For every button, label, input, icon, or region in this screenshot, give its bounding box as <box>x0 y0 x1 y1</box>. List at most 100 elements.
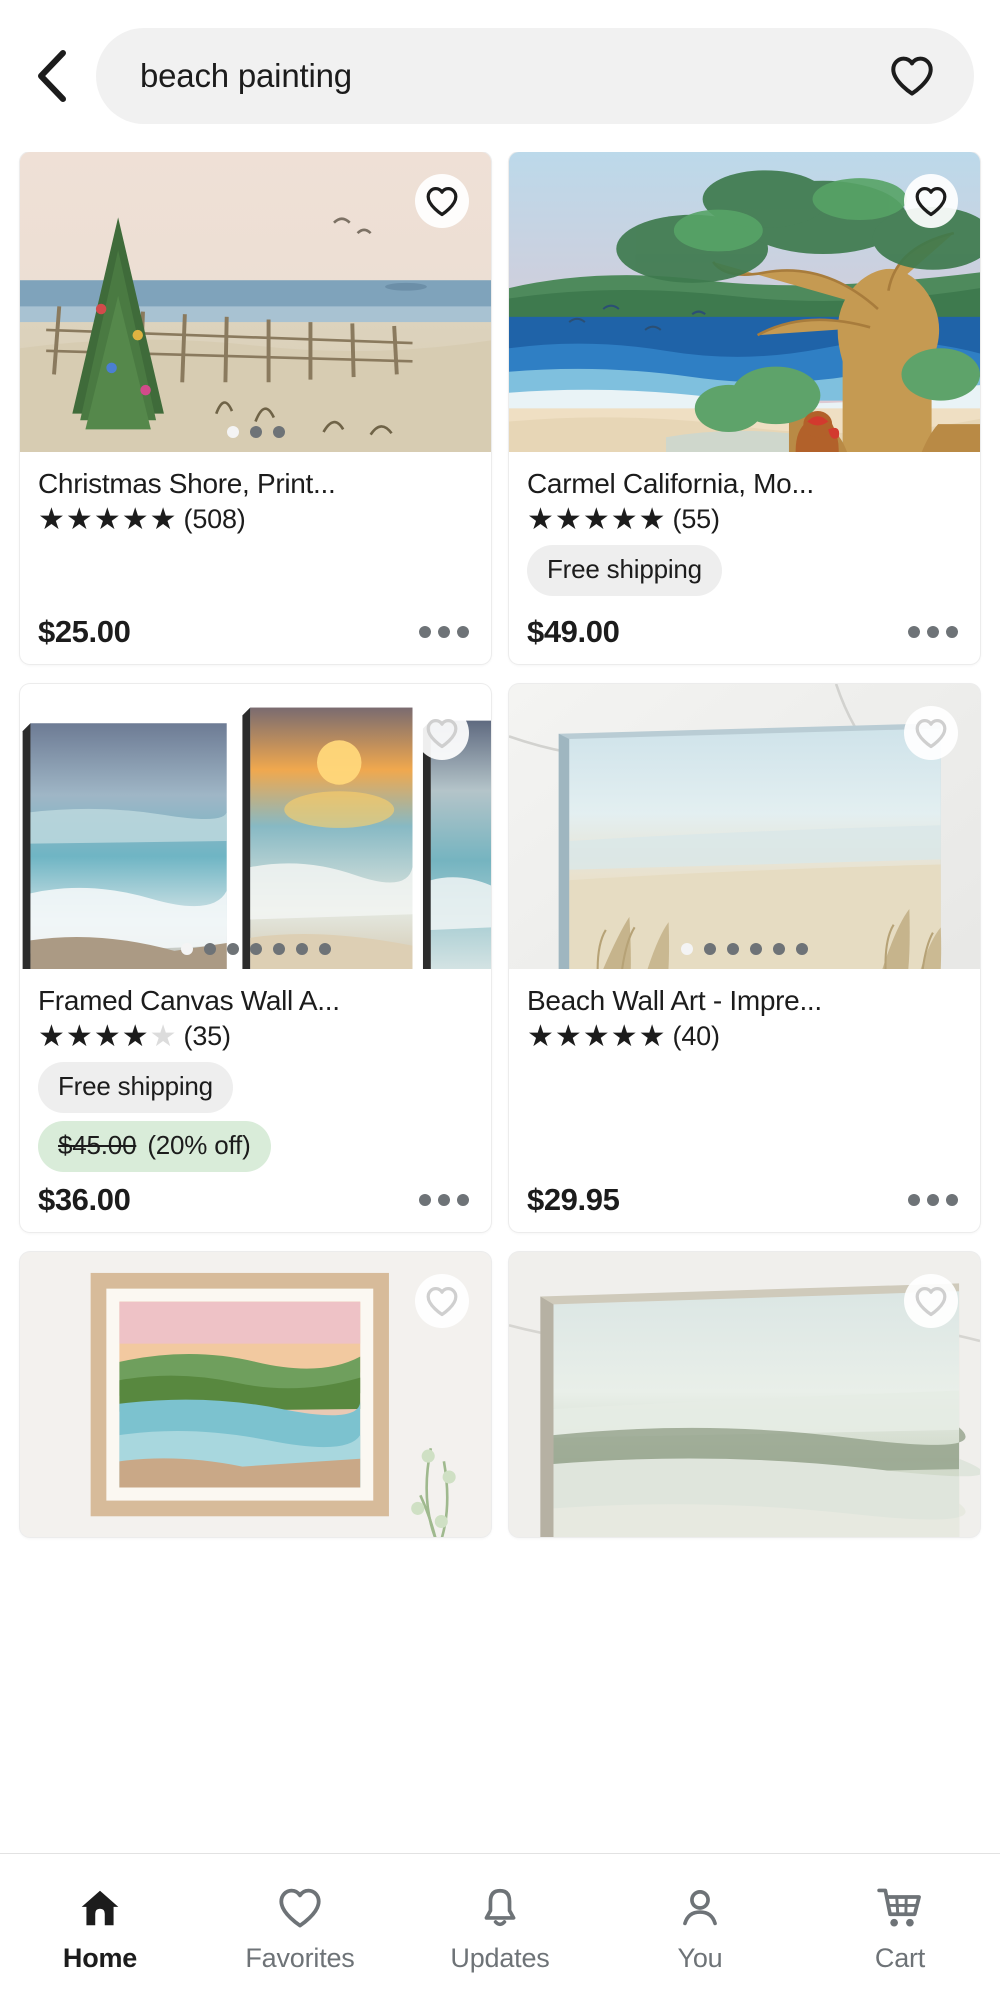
star-icon: ★ <box>638 1019 666 1053</box>
product-grid: Christmas Shore, Print... ★ ★ ★ ★ ★ (508… <box>20 152 980 1538</box>
star-icon: ★ <box>638 502 666 536</box>
product-title[interactable]: Beach Wall Art - Impre... <box>527 985 962 1017</box>
product-title[interactable]: Christmas Shore, Print... <box>38 468 473 500</box>
carousel-dot[interactable] <box>727 943 739 956</box>
product-favorite-button[interactable] <box>904 174 958 228</box>
star-icon: ★ <box>38 502 65 536</box>
carousel-dot[interactable] <box>796 943 808 956</box>
bottom-navigation: Home Favorites Updates You Cart <box>0 1853 1000 2005</box>
carousel-dot[interactable] <box>272 943 285 956</box>
review-count: (508) <box>183 504 246 535</box>
star-icon: ★ <box>38 1019 65 1053</box>
carousel-dot[interactable] <box>180 943 193 956</box>
carousel-dot[interactable] <box>272 426 285 438</box>
carousel-dot[interactable] <box>226 426 239 438</box>
product-image[interactable] <box>20 152 491 452</box>
product-card[interactable]: Carmel California, Mo... ★ ★ ★ ★ ★ (55) … <box>509 152 980 665</box>
sale-badge: $45.00 (20% off) <box>38 1121 271 1173</box>
product-card[interactable]: Christmas Shore, Print... ★ ★ ★ ★ ★ (508… <box>20 152 491 665</box>
carousel-dot[interactable] <box>295 943 308 956</box>
more-options-icon <box>927 626 939 639</box>
back-button[interactable] <box>22 46 82 106</box>
chevron-left-icon <box>38 50 66 102</box>
product-info: Carmel California, Mo... ★ ★ ★ ★ ★ (55) … <box>509 452 980 664</box>
nav-label-favorites: Favorites <box>245 1943 355 1973</box>
more-options-icon <box>908 626 920 639</box>
star-icon: ★ <box>554 502 582 536</box>
carousel-dot[interactable] <box>773 943 785 956</box>
search-field[interactable]: beach painting <box>96 28 974 124</box>
star-icon: ★ <box>93 502 121 536</box>
product-info: Christmas Shore, Print... ★ ★ ★ ★ ★ (508… <box>20 452 491 664</box>
carousel-dot[interactable] <box>681 943 693 956</box>
product-price-row: $29.95 <box>527 1182 962 1218</box>
product-title[interactable]: Framed Canvas Wall A... <box>38 985 473 1017</box>
product-favorite-button[interactable] <box>904 706 958 761</box>
carousel-dot[interactable] <box>750 943 762 956</box>
star-rating: ★ ★ ★ ★ ★ <box>527 502 666 536</box>
product-card[interactable]: Framed Canvas Wall A... ★ ★ ★ ★ ★ (35) F… <box>20 684 491 1233</box>
carousel-dot[interactable] <box>203 943 216 956</box>
product-rating: ★ ★ ★ ★ ★ (55) <box>527 504 962 535</box>
product-price-row: $36.00 <box>38 1182 473 1218</box>
heart-outline-icon <box>426 186 458 216</box>
more-options-button[interactable] <box>415 620 473 644</box>
shopping-cart-icon <box>876 1885 924 1931</box>
star-rating: ★ ★ ★ ★ ★ <box>527 1019 666 1053</box>
product-card[interactable] <box>20 1252 491 1538</box>
carousel-dot[interactable] <box>226 943 239 956</box>
product-info: Framed Canvas Wall A... ★ ★ ★ ★ ★ (35) F… <box>20 969 491 1232</box>
nav-item-home[interactable]: Home <box>0 1885 200 1974</box>
image-carousel-dots <box>509 943 980 956</box>
heart-outline-icon <box>915 186 947 216</box>
product-favorite-button[interactable] <box>415 1274 469 1329</box>
nav-item-you[interactable]: You <box>600 1885 800 1974</box>
more-options-icon <box>438 1194 450 1207</box>
nav-item-cart[interactable]: Cart <box>800 1885 1000 1974</box>
star-icon: ★ <box>149 502 177 536</box>
more-options-icon <box>457 1194 469 1207</box>
product-favorite-button[interactable] <box>415 174 469 228</box>
heart-outline-icon <box>915 718 947 748</box>
more-options-button[interactable] <box>904 620 962 644</box>
original-price: $45.00 <box>58 1130 137 1161</box>
free-shipping-badge: Free shipping <box>527 545 722 597</box>
nav-item-favorites[interactable]: Favorites <box>200 1885 400 1974</box>
star-icon: ★ <box>582 1019 610 1053</box>
product-image[interactable] <box>20 684 491 970</box>
more-options-icon <box>419 626 431 639</box>
nav-item-updates[interactable]: Updates <box>400 1885 600 1974</box>
search-results-list[interactable]: Christmas Shore, Print... ★ ★ ★ ★ ★ (508… <box>0 152 1000 1853</box>
product-title[interactable]: Carmel California, Mo... <box>527 468 962 500</box>
carousel-dot[interactable] <box>249 943 262 956</box>
heart-outline-icon <box>915 1286 947 1316</box>
more-options-icon <box>927 1194 939 1207</box>
product-image[interactable] <box>509 152 980 452</box>
more-options-button[interactable] <box>415 1188 473 1212</box>
star-icon: ★ <box>121 502 149 536</box>
product-card[interactable] <box>509 1252 980 1538</box>
more-options-icon <box>908 1194 920 1207</box>
heart-outline-icon <box>426 718 458 748</box>
review-count: (55) <box>672 504 720 535</box>
image-carousel-dots <box>20 426 491 438</box>
product-image[interactable] <box>509 1252 980 1538</box>
product-card[interactable]: Beach Wall Art - Impre... ★ ★ ★ ★ ★ (40) <box>509 684 980 1233</box>
search-header: beach painting <box>0 0 1000 152</box>
header-favorite-button[interactable] <box>884 48 940 104</box>
layout-spacer <box>38 545 473 610</box>
product-image[interactable] <box>509 684 980 970</box>
star-icon: ★ <box>527 502 554 536</box>
more-options-icon <box>438 626 450 639</box>
more-options-icon <box>946 626 958 639</box>
carousel-dot[interactable] <box>704 943 716 956</box>
product-favorite-button[interactable] <box>415 706 469 761</box>
carousel-dot[interactable] <box>249 426 262 438</box>
star-icon: ★ <box>527 1019 554 1053</box>
carousel-dot[interactable] <box>318 943 331 956</box>
search-input[interactable]: beach painting <box>140 57 872 95</box>
product-favorite-button[interactable] <box>904 1274 958 1329</box>
more-options-button[interactable] <box>904 1188 962 1212</box>
product-image[interactable] <box>20 1252 491 1538</box>
product-price-row: $25.00 <box>38 614 473 650</box>
